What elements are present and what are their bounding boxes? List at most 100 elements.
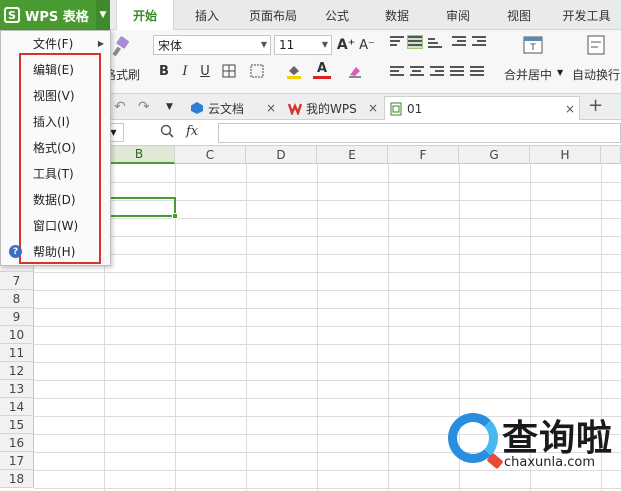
column-header[interactable]: H [530, 146, 601, 164]
tab-insert[interactable]: 插入 [180, 0, 234, 30]
distribute-icon[interactable] [470, 66, 484, 78]
bold-button[interactable]: B [155, 61, 173, 81]
doc-tab-label: 01 [407, 101, 423, 116]
doc-tab-label: 我的WPS [306, 101, 357, 116]
fill-pattern-icon[interactable] [248, 61, 266, 81]
grid-line [34, 362, 621, 363]
app-menu-dropdown-arrow-icon[interactable]: ▼ [96, 0, 110, 30]
tab-view[interactable]: 视图 [494, 0, 544, 30]
grow-font-button[interactable]: A⁺ [337, 35, 355, 55]
tab-developer[interactable]: 开发工具 [552, 0, 621, 30]
chevron-down-icon[interactable]: ▼ [557, 68, 563, 77]
close-icon[interactable]: × [565, 102, 575, 116]
column-header[interactable]: G [459, 146, 530, 164]
tab-data[interactable]: 数据 [370, 0, 424, 30]
close-icon[interactable]: × [368, 101, 378, 115]
submenu-arrow-icon: ▶ [97, 38, 104, 48]
row-header[interactable]: 13 [0, 380, 34, 398]
title-bar: S WPS 表格 ▼ 开始 插入 页面布局 公式 数据 审阅 视图 开发工具 [0, 0, 621, 31]
font-color-icon[interactable]: A [313, 61, 331, 79]
watermark-url: chaxunla.com [504, 455, 595, 470]
doc-tab-cloud[interactable]: 云文档 × [186, 96, 278, 120]
column-header[interactable]: C [175, 146, 246, 164]
close-icon[interactable]: × [266, 101, 276, 115]
chevron-down-icon: ▼ [321, 40, 328, 49]
grid-line [34, 272, 621, 273]
row-header[interactable]: 7 [0, 272, 34, 290]
fill-color-icon[interactable] [285, 61, 303, 81]
grid-line [34, 380, 621, 381]
menu-item-label: 文件(F) [33, 36, 74, 51]
borders-icon[interactable] [220, 61, 238, 81]
indent-decrease-icon[interactable] [452, 36, 466, 48]
undo-icon[interactable]: ↶ [114, 99, 126, 115]
tab-review[interactable]: 审阅 [432, 0, 484, 30]
doc-tab-my-wps[interactable]: 我的WPS × [284, 96, 380, 120]
align-left-icon[interactable] [390, 66, 404, 78]
magnifier-logo-icon [448, 413, 498, 463]
font-size-value: 11 [279, 38, 295, 52]
align-right-icon[interactable] [430, 66, 444, 78]
wrap-text-icon[interactable] [586, 34, 606, 56]
app-menu-label: WPS 表格 [25, 9, 89, 25]
tab-home[interactable]: 开始 [116, 0, 174, 31]
row-header[interactable]: 8 [0, 290, 34, 308]
wrap-text-label[interactable]: 自动换行 [572, 66, 620, 83]
tab-page-layout[interactable]: 页面布局 [238, 0, 308, 30]
align-bottom-icon[interactable] [428, 38, 442, 50]
fill-handle[interactable] [172, 213, 178, 219]
insert-function-button[interactable]: fx [186, 124, 198, 139]
quick-access-dropdown-icon[interactable]: ▼ [166, 102, 173, 112]
grid-line [34, 326, 621, 327]
merge-center-label[interactable]: 合并居中 [504, 66, 552, 83]
indent-increase-icon[interactable] [472, 36, 486, 48]
tab-formulas[interactable]: 公式 [312, 0, 362, 30]
wps-logo-icon [287, 101, 303, 117]
row-header[interactable]: 10 [0, 326, 34, 344]
column-header[interactable]: D [246, 146, 317, 164]
column-header[interactable]: F [388, 146, 459, 164]
grid-line [34, 398, 621, 399]
clear-format-icon[interactable] [346, 61, 364, 81]
column-header[interactable]: E [317, 146, 388, 164]
row-header[interactable]: 11 [0, 344, 34, 362]
help-icon: ? [9, 245, 22, 258]
add-tab-button[interactable]: + [588, 95, 603, 116]
format-painter-icon[interactable] [112, 36, 132, 58]
wps-logo-icon: S [4, 7, 20, 23]
grid-line [34, 290, 621, 291]
grid-line [34, 254, 621, 255]
menu-item-file[interactable]: 文件(F) ▶ [1, 31, 110, 55]
font-name-select[interactable]: 宋体 ▼ [153, 35, 271, 55]
row-header[interactable]: 9 [0, 308, 34, 326]
italic-button[interactable]: I [176, 61, 194, 81]
shrink-font-button[interactable]: A⁻ [358, 35, 376, 55]
doc-tab-01[interactable]: 01 × [384, 96, 580, 120]
align-top-icon[interactable] [390, 36, 404, 48]
grid-line [34, 218, 621, 219]
watermark-text: 查询啦 [502, 418, 614, 459]
formula-input[interactable] [218, 123, 621, 143]
column-header[interactable]: B [104, 146, 175, 164]
align-center-icon[interactable] [410, 66, 424, 78]
grid-line [34, 182, 621, 183]
svg-text:T: T [529, 43, 536, 53]
column-header[interactable] [601, 146, 621, 164]
row-header[interactable]: 15 [0, 416, 34, 434]
redo-icon[interactable]: ↷ [138, 99, 150, 115]
align-middle-icon[interactable] [407, 35, 423, 49]
merge-center-icon[interactable]: T [522, 34, 544, 56]
justify-icon[interactable] [450, 66, 464, 78]
row-header[interactable]: 17 [0, 452, 34, 470]
zoom-search-icon[interactable] [160, 124, 174, 142]
grid-line [34, 344, 621, 345]
row-header[interactable]: 18 [0, 470, 34, 488]
active-cell-b3[interactable] [104, 197, 178, 219]
row-header[interactable]: 14 [0, 398, 34, 416]
font-size-select[interactable]: 11 ▼ [274, 35, 332, 55]
row-header[interactable]: 16 [0, 434, 34, 452]
spreadsheet-icon [389, 102, 403, 116]
underline-button[interactable]: U [196, 61, 214, 81]
wps-app-menu-button[interactable]: S WPS 表格 ▼ [0, 0, 110, 30]
row-header[interactable]: 12 [0, 362, 34, 380]
